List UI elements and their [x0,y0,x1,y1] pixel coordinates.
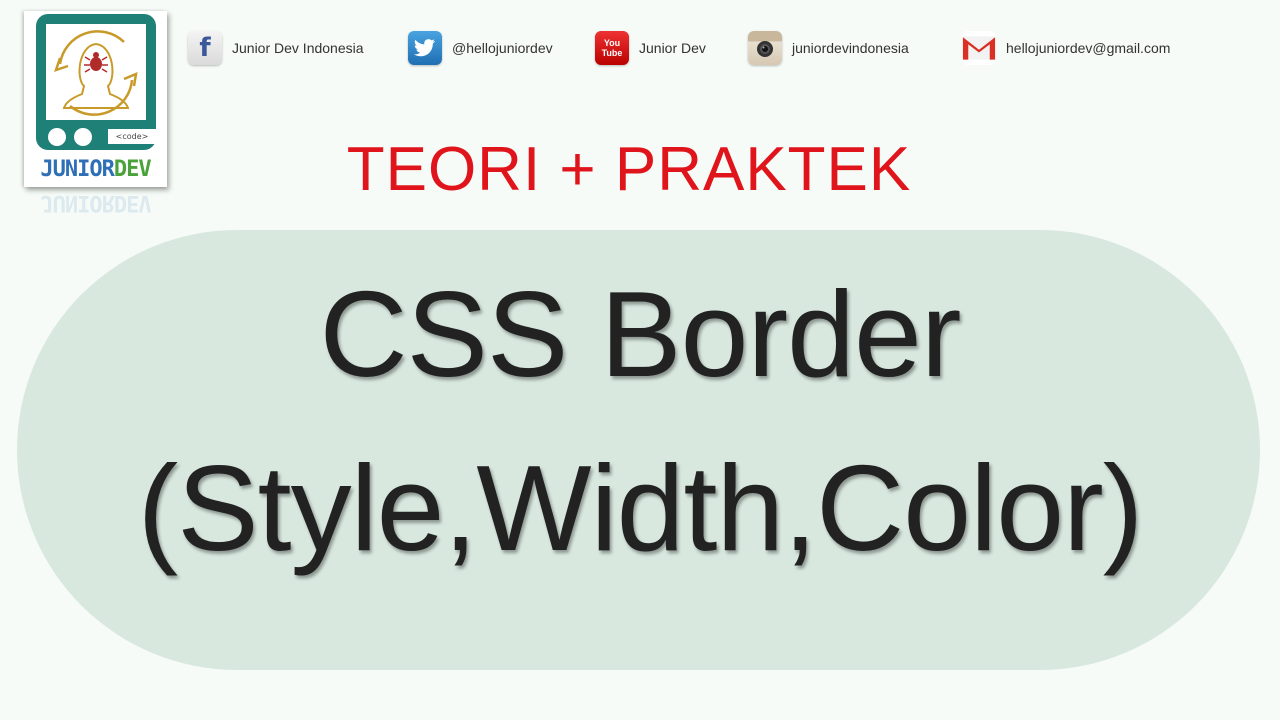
social-item-gmail[interactable]: hellojuniordev@gmail.com [962,30,1170,66]
social-label: hellojuniordev@gmail.com [1006,40,1171,56]
twitter-icon [408,31,442,65]
instagram-icon [748,31,782,65]
social-item-youtube[interactable]: You Tube Junior Dev [595,30,706,66]
social-label: Junior Dev [639,40,706,56]
main-title-line1: CSS Border [319,266,962,402]
youtube-icon: You Tube [595,31,629,65]
subtitle-heading: TEORI + PRAKTEK [346,135,912,204]
facebook-icon: f [188,31,222,65]
main-title-line2: (Style,Width,Color) [137,440,1144,576]
social-label: Junior Dev Indonesia [232,40,364,56]
social-item-twitter[interactable]: @hellojuniordev [408,30,553,66]
social-item-facebook[interactable]: f Junior Dev Indonesia [188,30,364,66]
social-label: juniordevindonesia [792,40,909,56]
social-item-instagram[interactable]: juniordevindonesia [748,30,909,66]
social-links-bar: f Junior Dev Indonesia @hellojuniordev Y… [0,30,1280,66]
social-label: @hellojuniordev [452,40,553,56]
gmail-icon [962,31,996,65]
